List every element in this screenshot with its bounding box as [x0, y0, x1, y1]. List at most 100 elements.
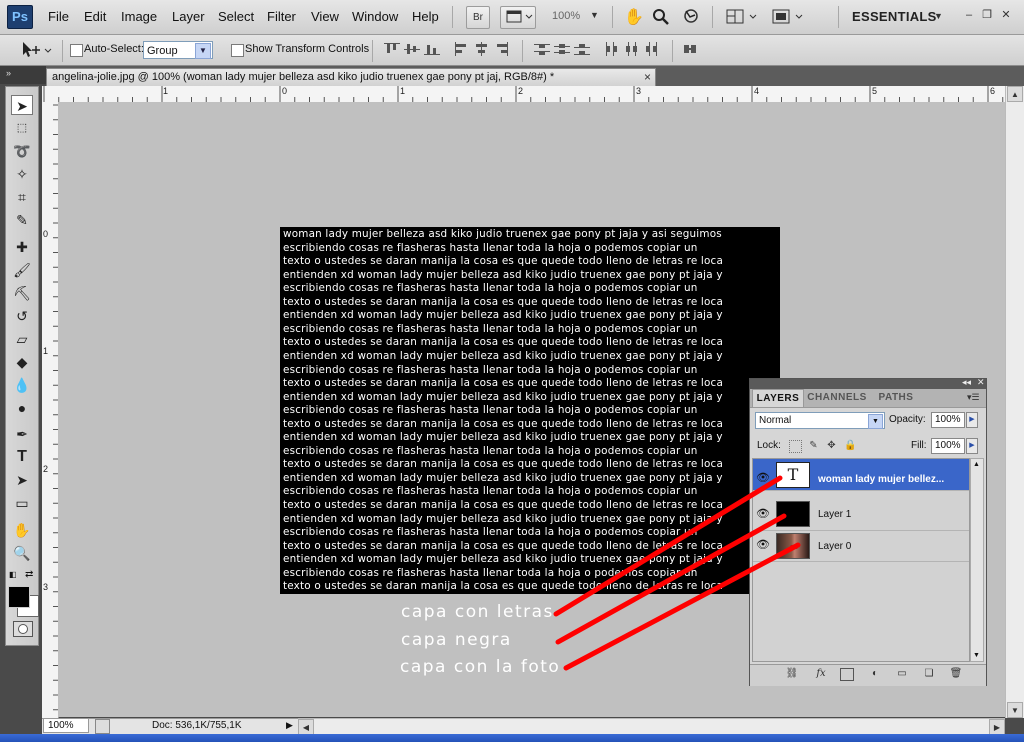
foreground-color-swatch[interactable]	[8, 586, 30, 608]
fill-slider-arrow-icon[interactable]: ▶	[966, 438, 978, 454]
panel-menu-icon[interactable]: ▾☰	[967, 392, 980, 403]
menu-filter[interactable]: Filter	[267, 9, 296, 24]
visibility-eye-icon[interactable]: 👁	[756, 471, 770, 485]
layer-thumbnail-photo[interactable]	[776, 533, 810, 559]
layer-thumbnail-black[interactable]	[776, 501, 810, 527]
menu-image[interactable]: Image	[121, 9, 157, 24]
expand-panel-icon[interactable]: »	[6, 68, 11, 78]
move-tool-preset-icon[interactable]	[20, 40, 56, 60]
move-tool-icon[interactable]: ➤	[11, 95, 33, 115]
align-hcenter-icon[interactable]	[474, 42, 490, 56]
blend-mode-dropdown[interactable]: Normal ▼	[755, 412, 885, 429]
delete-layer-icon[interactable]: 🗑	[948, 667, 964, 681]
workspace-switcher[interactable]: ESSENTIALS	[852, 9, 937, 24]
layer-name-text[interactable]: woman lady mujer bellez...	[818, 474, 944, 485]
add-mask-icon[interactable]	[840, 668, 854, 681]
brush-tool-icon[interactable]: 🖌	[11, 260, 33, 280]
dodge-tool-icon[interactable]: ●	[11, 398, 33, 418]
layer-thumbnail-type[interactable]: T	[776, 462, 810, 488]
arrange-documents-icon[interactable]	[726, 8, 762, 26]
tab-channels[interactable]: CHANNELS	[806, 389, 868, 407]
path-selection-tool-icon[interactable]: ➤	[11, 470, 33, 490]
zoom-tool-icon[interactable]: 🔍	[11, 543, 33, 563]
hand-tool-icon[interactable]: ✋	[624, 7, 644, 27]
layer-list-scrollbar[interactable]: ▲ ▼	[970, 458, 984, 662]
align-right-icon[interactable]	[494, 42, 510, 56]
menu-window[interactable]: Window	[352, 9, 398, 24]
document-tab[interactable]: angelina-jolie.jpg @ 100% (woman lady mu…	[46, 68, 656, 86]
document-image[interactable]: woman lady mujer belleza asd kiko judio …	[280, 227, 780, 594]
screen-mode-icon[interactable]	[772, 8, 808, 26]
type-tool-icon[interactable]: T	[11, 447, 33, 467]
distribute-left-icon[interactable]	[604, 42, 620, 56]
link-layers-icon[interactable]: ⛓	[784, 667, 800, 681]
visibility-eye-icon[interactable]: 👁	[756, 538, 770, 552]
swap-colors-icon[interactable]: ⇄	[25, 569, 33, 580]
layer-name-layer1[interactable]: Layer 1	[818, 509, 851, 520]
history-brush-tool-icon[interactable]: ↺	[11, 306, 33, 326]
lock-transparent-icon[interactable]	[789, 440, 802, 453]
clone-stamp-tool-icon[interactable]: ⛏	[11, 283, 33, 303]
distribute-vcenter-icon[interactable]	[554, 42, 570, 56]
close-tab-icon[interactable]: ×	[644, 70, 651, 84]
bridge-button[interactable]: Br	[466, 6, 490, 29]
opacity-slider-arrow-icon[interactable]: ▶	[966, 412, 978, 428]
blur-tool-icon[interactable]: 💧	[11, 375, 33, 395]
align-vcenter-icon[interactable]	[404, 42, 420, 56]
vertical-scrollbar[interactable]: ▲ ▼	[1005, 86, 1024, 718]
fill-field[interactable]: 100%	[931, 438, 965, 454]
layer-name-layer0[interactable]: Layer 0	[818, 541, 851, 552]
close-panel-icon[interactable]: ✕	[977, 377, 985, 388]
rotate-view-icon[interactable]	[682, 7, 700, 25]
distribute-hcenter-icon[interactable]	[624, 42, 640, 56]
panel-header[interactable]: ◂◂ ✕	[750, 377, 986, 389]
status-export-icon[interactable]	[95, 719, 110, 734]
menu-select[interactable]: Select	[218, 9, 254, 24]
crop-tool-icon[interactable]: ⌗	[11, 187, 33, 207]
collapse-panel-icon[interactable]: ◂◂	[962, 377, 971, 388]
tools-dock-header[interactable]: »	[0, 66, 46, 84]
layer-style-icon[interactable]: fx	[813, 667, 829, 681]
opacity-field[interactable]: 100%	[931, 412, 965, 428]
scroll-right-icon[interactable]: ▶	[989, 719, 1005, 735]
chevron-down-icon[interactable]: ▼	[590, 10, 599, 20]
new-layer-icon[interactable]: ❏	[921, 667, 937, 681]
auto-align-layers-icon[interactable]	[682, 42, 698, 56]
auto-select-dropdown[interactable]: Group ▼	[143, 41, 213, 59]
close-icon[interactable]: ✕	[998, 8, 1014, 22]
zoom-level[interactable]: 100%	[552, 10, 580, 22]
new-group-icon[interactable]: ▭	[894, 667, 910, 681]
status-menu-arrow-icon[interactable]: ▶	[286, 720, 293, 731]
distribute-top-icon[interactable]	[534, 42, 550, 56]
lasso-tool-icon[interactable]: ➰	[11, 141, 33, 161]
align-left-icon[interactable]	[454, 42, 470, 56]
scroll-down-icon[interactable]: ▼	[973, 652, 980, 659]
distribute-bottom-icon[interactable]	[574, 42, 590, 56]
chevron-down-icon[interactable]: ▼	[934, 11, 943, 21]
lock-all-icon[interactable]: 🔒	[844, 440, 856, 451]
healing-brush-tool-icon[interactable]: ✚	[11, 237, 33, 257]
shape-tool-icon[interactable]: ▭	[11, 493, 33, 513]
menu-layer[interactable]: Layer	[172, 9, 205, 24]
status-zoom-field[interactable]: 100%	[43, 718, 89, 733]
distribute-right-icon[interactable]	[644, 42, 660, 56]
align-bottom-icon[interactable]	[424, 42, 440, 56]
align-top-icon[interactable]	[384, 42, 400, 56]
horizontal-scrollbar[interactable]: ◀ ▶	[298, 718, 1005, 735]
eraser-tool-icon[interactable]: ▱	[11, 329, 33, 349]
minimize-icon[interactable]: –	[961, 8, 977, 22]
scroll-down-icon[interactable]: ▼	[1007, 702, 1023, 718]
extras-button[interactable]	[500, 6, 536, 29]
menu-edit[interactable]: Edit	[84, 9, 106, 24]
hand-tool-icon[interactable]: ✋	[11, 520, 33, 540]
zoom-tool-icon[interactable]	[652, 8, 670, 26]
paint-bucket-tool-icon[interactable]: ◆	[11, 352, 33, 372]
show-transform-checkbox[interactable]	[231, 44, 244, 57]
visibility-eye-icon[interactable]: 👁	[756, 507, 770, 521]
pen-tool-icon[interactable]: ✒	[11, 424, 33, 444]
scroll-left-icon[interactable]: ◀	[298, 719, 314, 735]
marquee-tool-icon[interactable]: ⬚	[11, 118, 33, 138]
scroll-up-icon[interactable]: ▲	[1007, 86, 1023, 102]
restore-icon[interactable]: ❐	[979, 8, 995, 22]
adjustment-layer-icon[interactable]: ◐	[867, 667, 883, 681]
